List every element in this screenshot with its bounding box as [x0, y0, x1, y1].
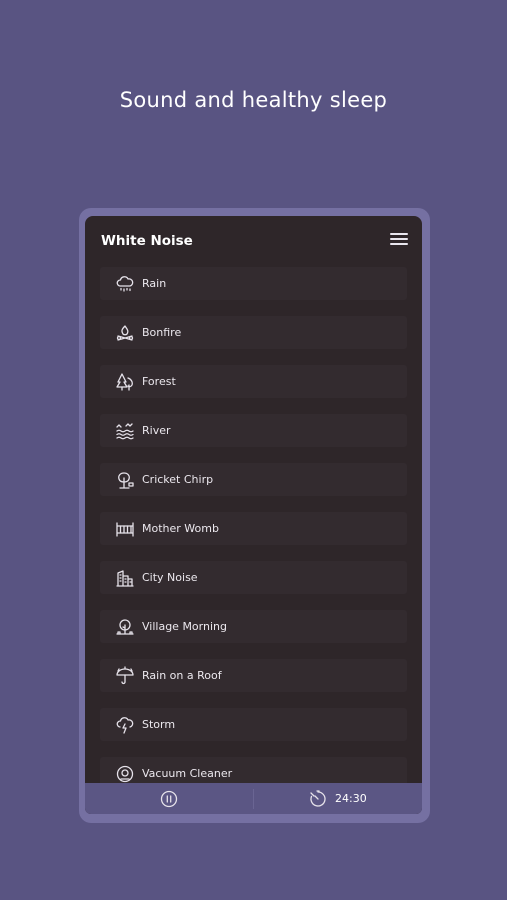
- sound-item-label: Cricket Chirp: [142, 473, 214, 486]
- buildings-icon: [115, 568, 135, 588]
- umbrella-rain-icon: [115, 666, 135, 686]
- timer-icon: [309, 790, 327, 808]
- sound-item-city-noise[interactable]: City Noise: [100, 561, 407, 594]
- storm-cloud-icon: [115, 715, 135, 735]
- sound-item-forest[interactable]: Forest: [100, 365, 407, 398]
- campfire-icon: [115, 323, 135, 343]
- village-tree-icon: [115, 617, 135, 637]
- sound-item-label: Village Morning: [142, 620, 227, 633]
- sound-item-label: Bonfire: [142, 326, 182, 339]
- sound-item-label: Mother Womb: [142, 522, 219, 535]
- hamburger-menu-icon[interactable]: [390, 233, 408, 247]
- vacuum-cleaner-icon: [115, 764, 135, 784]
- sound-item-label: Vacuum Cleaner: [142, 767, 233, 780]
- headline: Sound and healthy sleep: [119, 88, 388, 112]
- waves-icon: [115, 421, 135, 441]
- sound-item-label: Forest: [142, 375, 176, 388]
- controls-divider: [253, 789, 254, 809]
- app-bar: White Noise: [85, 216, 422, 264]
- sound-list[interactable]: Rain Bonfire Forest River Cricket Chirp …: [85, 264, 422, 791]
- app-screen: White Noise Rain Bonfire Forest River Cr…: [85, 216, 422, 814]
- trees-icon: [115, 372, 135, 392]
- sound-item-river[interactable]: River: [100, 414, 407, 447]
- sound-item-storm[interactable]: Storm: [100, 708, 407, 741]
- pause-icon[interactable]: [160, 790, 178, 808]
- sound-item-label: City Noise: [142, 571, 198, 584]
- sound-item-label: River: [142, 424, 171, 437]
- crib-icon: [115, 519, 135, 539]
- sound-item-label: Rain on a Roof: [142, 669, 222, 682]
- sound-item-bonfire[interactable]: Bonfire: [100, 316, 407, 349]
- playback-controls: 24:30: [85, 783, 422, 814]
- sound-item-label: Rain: [142, 277, 167, 290]
- sound-item-mother-womb[interactable]: Mother Womb: [100, 512, 407, 545]
- cricket-tree-icon: [115, 470, 135, 490]
- sound-item-rain-on-a-roof[interactable]: Rain on a Roof: [100, 659, 407, 692]
- rain-cloud-icon: [115, 274, 135, 294]
- device-frame: White Noise Rain Bonfire Forest River Cr…: [79, 208, 430, 823]
- app-title: White Noise: [101, 233, 193, 249]
- sound-item-rain[interactable]: Rain: [100, 267, 407, 300]
- sound-item-cricket-chirp[interactable]: Cricket Chirp: [100, 463, 407, 496]
- sound-item-village-morning[interactable]: Village Morning: [100, 610, 407, 643]
- timer-value: 24:30: [335, 792, 367, 805]
- sound-item-label: Storm: [142, 718, 176, 731]
